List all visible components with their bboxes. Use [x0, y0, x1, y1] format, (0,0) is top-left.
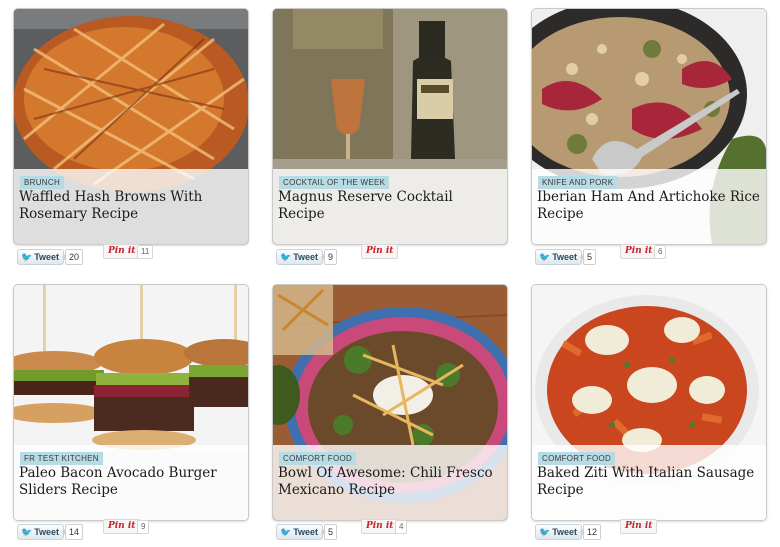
recipe-card-baked-ziti[interactable]: COMFORT FOOD Baked Ziti With Italian Sau…: [532, 285, 766, 520]
tweet-label: Tweet: [552, 527, 578, 537]
category-tag[interactable]: COMFORT FOOD: [279, 452, 357, 465]
tweet-count: 5: [579, 249, 597, 265]
tweet-button[interactable]: 🐦 Tweet: [276, 524, 324, 540]
tweet-button[interactable]: 🐦 Tweet: [535, 524, 583, 540]
category-tag[interactable]: BRUNCH: [20, 176, 65, 189]
recipe-title[interactable]: Waffled Hash Browns With Rosemary Recipe: [19, 189, 244, 223]
tweet-button[interactable]: 🐦 Tweet: [276, 249, 324, 265]
twitter-bird-icon: 🐦: [280, 252, 292, 262]
tweet-label: Tweet: [552, 252, 578, 262]
tweet-label: Tweet: [34, 527, 60, 537]
pin-it-button[interactable]: Pin it: [620, 244, 658, 259]
pin-it-button[interactable]: Pin it: [103, 519, 141, 534]
recipe-title[interactable]: Bowl Of Awesome: Chili Fresco Mexicano R…: [278, 465, 503, 499]
recipe-card-burger-sliders[interactable]: FR TEST KITCHEN Paleo Bacon Avocado Burg…: [14, 285, 248, 520]
twitter-bird-icon: 🐦: [21, 527, 33, 537]
recipe-card-magnus-cocktail[interactable]: COCKTAIL OF THE WEEK Magnus Reserve Cock…: [273, 9, 507, 244]
recipe-card-chili-bowl[interactable]: COMFORT FOOD Bowl Of Awesome: Chili Fres…: [273, 285, 507, 520]
pin-it-button[interactable]: Pin it: [361, 244, 399, 259]
category-tag[interactable]: COMFORT FOOD: [538, 452, 616, 465]
pin-it-button[interactable]: Pin it: [620, 519, 658, 534]
category-tag[interactable]: FR TEST KITCHEN: [20, 452, 103, 465]
twitter-bird-icon: 🐦: [21, 252, 33, 262]
pin-it-button[interactable]: Pin it: [361, 519, 399, 534]
twitter-bird-icon: 🐦: [539, 252, 551, 262]
recipe-title[interactable]: Magnus Reserve Cocktail Recipe: [278, 189, 503, 223]
twitter-bird-icon: 🐦: [280, 527, 292, 537]
pin-count: 6: [654, 245, 667, 259]
tweet-count: 9: [320, 249, 338, 265]
pin-count: 11: [137, 245, 154, 259]
recipe-card-hash-browns[interactable]: BRUNCH Waffled Hash Browns With Rosemary…: [14, 9, 248, 244]
tweet-count: 20: [61, 249, 84, 265]
tweet-count: 14: [61, 524, 84, 540]
tweet-label: Tweet: [34, 252, 60, 262]
recipe-title[interactable]: Paleo Bacon Avocado Burger Sliders Recip…: [19, 465, 244, 499]
pin-count: 4: [395, 520, 408, 534]
pin-count: 9: [137, 520, 150, 534]
category-tag[interactable]: COCKTAIL OF THE WEEK: [279, 176, 390, 189]
category-tag[interactable]: KNIFE AND PORK: [538, 176, 618, 189]
pin-it-button[interactable]: Pin it: [103, 244, 141, 259]
tweet-count: 5: [320, 524, 338, 540]
twitter-bird-icon: 🐦: [539, 527, 551, 537]
tweet-label: Tweet: [293, 527, 319, 537]
tweet-button[interactable]: 🐦 Tweet: [17, 249, 65, 265]
tweet-button[interactable]: 🐦 Tweet: [17, 524, 65, 540]
tweet-count: 12: [579, 524, 602, 540]
recipe-title[interactable]: Baked Ziti With Italian Sausage Recipe: [537, 465, 762, 499]
recipe-title[interactable]: Iberian Ham And Artichoke Rice Recipe: [537, 189, 762, 223]
tweet-button[interactable]: 🐦 Tweet: [535, 249, 583, 265]
tweet-label: Tweet: [293, 252, 319, 262]
recipe-card-iberian-ham[interactable]: KNIFE AND PORK Iberian Ham And Artichoke…: [532, 9, 766, 244]
